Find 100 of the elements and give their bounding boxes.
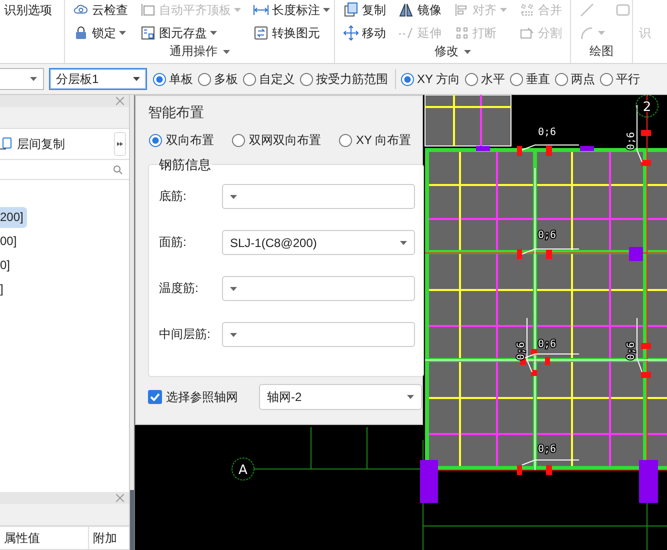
caret-icon <box>464 50 470 54</box>
column-header: 附加 <box>88 527 129 549</box>
checkbox-label: 选择参照轴网 <box>166 388 239 406</box>
align-icon <box>454 2 470 18</box>
tree-item[interactable]: 200] <box>0 207 28 228</box>
ribbon-button[interactable]: 镜像 <box>396 0 444 20</box>
dimension-label: 0;6 <box>538 339 556 350</box>
merge-icon <box>518 2 535 18</box>
dimension-label: 0;6 <box>538 127 556 138</box>
select-field[interactable]: 轴网-2 <box>259 384 422 410</box>
caret-icon <box>400 240 407 244</box>
dimension-label: 0;6 <box>538 230 556 241</box>
arc-icon <box>579 25 595 41</box>
dimension-label: 0;6 <box>538 444 556 455</box>
caret-icon <box>323 8 330 12</box>
split-icon <box>518 25 535 41</box>
radio-button[interactable] <box>232 134 245 147</box>
rectangle-icon <box>615 2 631 18</box>
dimension-label: 0;6 <box>516 342 527 360</box>
radio-label: 多板 <box>214 70 238 88</box>
tree-item[interactable]: 0] <box>0 255 14 276</box>
select-field[interactable]: SLJ-1(C8@200) <box>222 230 415 255</box>
ribbon-button[interactable]: 长度标注 <box>251 0 332 20</box>
radio-label: XY 方向 <box>417 70 460 88</box>
select-field[interactable] <box>222 322 415 347</box>
checkbox[interactable] <box>148 390 162 404</box>
radio-label: 按受力筋范围 <box>316 70 388 88</box>
extend-icon <box>398 25 414 41</box>
group-label[interactable]: 绘图 <box>590 43 614 60</box>
tree-item[interactable]: ] <box>0 279 8 300</box>
radio-label: 垂直 <box>526 70 550 88</box>
caret-icon <box>119 31 126 35</box>
radio-label: 两点 <box>571 70 596 88</box>
radio-button[interactable] <box>198 72 211 86</box>
radio-label: 双向布置 <box>166 132 214 149</box>
radio-button[interactable] <box>243 72 256 86</box>
align-icon <box>140 2 156 18</box>
caret-icon <box>230 194 237 198</box>
caret-icon <box>598 31 605 35</box>
radio-label: 双网双向布置 <box>249 132 321 149</box>
radio-button[interactable] <box>555 72 568 86</box>
radio-button[interactable] <box>149 134 162 147</box>
move-icon <box>343 25 359 41</box>
radio-button[interactable] <box>600 72 614 86</box>
caret-icon <box>30 77 37 81</box>
caret-icon <box>234 8 241 12</box>
splitter[interactable] <box>130 95 135 550</box>
radio-label: 单板 <box>169 70 193 88</box>
caret-icon <box>230 332 237 336</box>
ribbon-button[interactable]: 复制 <box>341 0 388 20</box>
dimension-label: 0;6 <box>626 132 637 150</box>
close-icon[interactable] <box>116 494 124 502</box>
field-label: 底筋: <box>159 188 188 205</box>
caret-icon <box>133 77 140 81</box>
ribbon-button[interactable]: 识别选项 <box>4 2 52 63</box>
group-title: 钢筋信息 <box>158 156 212 174</box>
field-label: 中间层筋: <box>159 326 212 343</box>
line-icon <box>579 2 595 18</box>
radio-label: XY 向布置 <box>356 132 412 149</box>
group-label[interactable]: 修改 <box>434 43 470 60</box>
radio-label: 平行 <box>616 70 640 88</box>
close-icon[interactable] <box>116 97 124 105</box>
radio-button[interactable] <box>465 72 478 86</box>
radio-label: 水平 <box>481 70 506 88</box>
caret-icon <box>407 395 414 399</box>
save-icon <box>140 25 156 41</box>
convert-icon <box>253 25 269 41</box>
ribbon-button[interactable]: 云检查 <box>71 0 130 20</box>
lock-icon <box>73 25 89 41</box>
group-label[interactable]: 通用操作 <box>170 43 230 60</box>
search-icon <box>113 164 123 174</box>
ribbon-button[interactable]: 图元存盘 <box>138 23 243 43</box>
dimension-icon <box>253 2 269 18</box>
ribbon-button[interactable]: 锁定 <box>71 23 130 43</box>
caret-icon <box>210 31 217 35</box>
column-header: 属性值 <box>3 530 41 547</box>
field-label: 面筋: <box>159 234 188 251</box>
caret-icon <box>230 286 237 290</box>
radio-button[interactable] <box>153 72 166 86</box>
expand-button[interactable] <box>114 132 126 156</box>
radio-button[interactable] <box>510 72 524 86</box>
double-arrow-icon <box>117 142 123 146</box>
select-field[interactable] <box>222 276 415 301</box>
layer-copy-button[interactable]: 层间复制 <box>0 136 65 152</box>
ribbon-button[interactable]: 转换图元 <box>251 23 332 43</box>
tree-item[interactable]: 00] <box>0 231 21 252</box>
break-icon <box>454 25 470 41</box>
radio-button[interactable] <box>401 72 414 86</box>
axis-label: A <box>238 463 248 478</box>
ribbon-button[interactable]: 移动 <box>341 23 388 43</box>
radio-button[interactable] <box>339 134 352 147</box>
caret-icon <box>222 50 230 54</box>
radio-button[interactable] <box>300 72 313 86</box>
dropdown[interactable]: 分层板1 <box>49 68 147 90</box>
select-field[interactable] <box>222 184 415 209</box>
dialog-title: 智能布置 <box>148 104 204 122</box>
mirror-icon <box>398 2 414 18</box>
radio-label: 自定义 <box>259 70 295 88</box>
field-label: 温度筋: <box>159 280 200 297</box>
dimension-label: 0;6 <box>626 342 637 360</box>
